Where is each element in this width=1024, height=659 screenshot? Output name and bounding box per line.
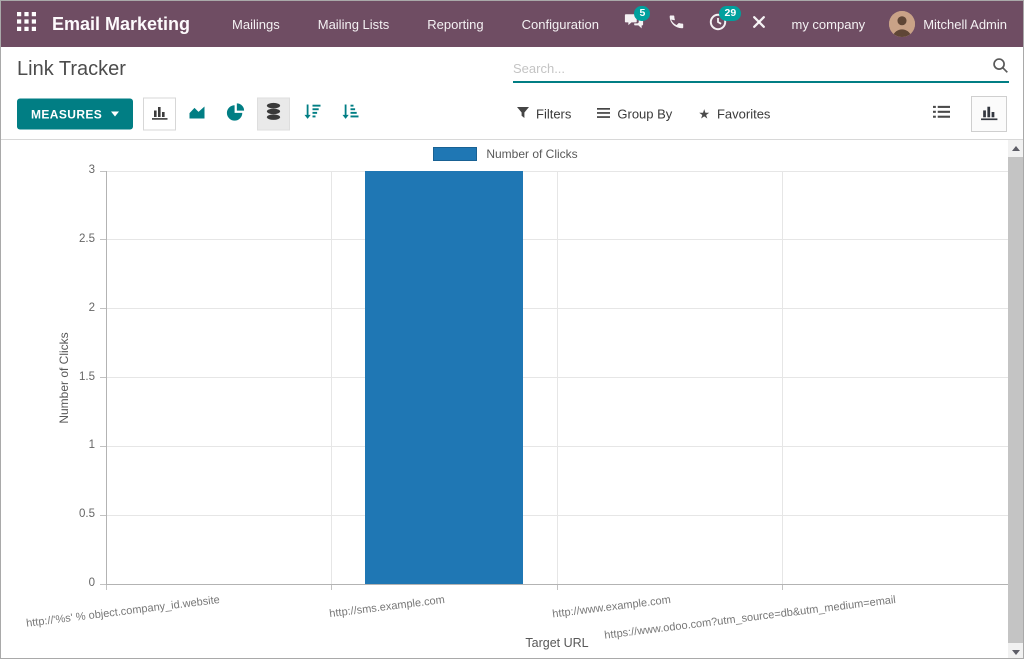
user-menu[interactable]: Mitchell Admin xyxy=(889,11,1007,37)
favorites-menu[interactable]: ★ Favorites xyxy=(698,107,770,122)
navbar: Email Marketing Mailings Mailing Lists R… xyxy=(1,1,1023,47)
user-name: Mitchell Admin xyxy=(923,17,1007,32)
sort-amount-asc-icon xyxy=(341,104,359,125)
messages-badge: 5 xyxy=(634,6,650,21)
sort-amount-desc-icon xyxy=(303,104,321,125)
app-title[interactable]: Email Marketing xyxy=(52,14,190,35)
gridline-v xyxy=(557,171,558,584)
y-tick-label: 0.5 xyxy=(1,508,95,520)
gridline-v xyxy=(331,171,332,584)
x-tick-label: http://'%s' % object.company_id.website xyxy=(25,594,220,630)
bar[interactable] xyxy=(365,171,523,584)
stacked-toggle-button[interactable] xyxy=(257,98,290,131)
search-input[interactable] xyxy=(513,61,992,76)
vertical-scrollbar[interactable] xyxy=(1008,140,1023,659)
y-tick-label: 1 xyxy=(1,439,95,451)
sort-ascending-button[interactable] xyxy=(333,98,366,131)
y-tick-label: 0 xyxy=(1,577,95,589)
bar-chart: Number of Clicks Number of Clicks Target… xyxy=(1,140,1010,659)
phone-icon xyxy=(668,13,685,35)
search-box xyxy=(513,55,1009,83)
favorites-label: Favorites xyxy=(717,107,770,122)
legend-label: Number of Clicks xyxy=(486,147,577,161)
crossed-tools-icon xyxy=(751,14,767,35)
bar-chart-type-button[interactable] xyxy=(143,98,176,131)
tools-button[interactable] xyxy=(751,14,767,35)
search-icon[interactable] xyxy=(992,57,1009,79)
pie-chart-type-button[interactable] xyxy=(219,98,252,131)
area-chart-icon xyxy=(188,104,207,125)
list-view-button[interactable] xyxy=(923,96,959,132)
measures-label: MEASURES xyxy=(31,107,102,121)
company-switcher[interactable]: my company xyxy=(791,17,865,32)
menu-reporting[interactable]: Reporting xyxy=(427,17,483,32)
menu-mailing-lists[interactable]: Mailing Lists xyxy=(318,17,390,32)
y-tick-label: 1.5 xyxy=(1,371,95,383)
pie-chart-icon xyxy=(226,102,245,126)
scrollbar-thumb[interactable] xyxy=(1008,157,1023,643)
graph-view-icon xyxy=(980,103,999,126)
control-panel-buttons: MEASURES xyxy=(1,89,1023,139)
search-filter-menus: Filters Group By ★ Favorites xyxy=(517,107,770,122)
avatar xyxy=(889,11,915,37)
graph-view-button[interactable] xyxy=(971,96,1007,132)
y-tick-label: 2 xyxy=(1,302,95,314)
x-tick-label: http://www.example.com xyxy=(551,594,671,620)
y-tick-label: 3 xyxy=(1,164,95,176)
legend-swatch xyxy=(433,147,477,161)
funnel-icon xyxy=(517,107,529,122)
control-panel: Link Tracker MEASURES xyxy=(1,47,1023,140)
filters-label: Filters xyxy=(536,107,571,122)
activities-badge: 29 xyxy=(719,6,741,21)
chart-legend[interactable]: Number of Clicks xyxy=(1,147,1010,161)
chevron-down-icon xyxy=(111,112,119,117)
phone-button[interactable] xyxy=(668,13,685,35)
scroll-up-arrow[interactable] xyxy=(1008,140,1023,156)
activities-button[interactable]: 29 xyxy=(709,13,727,36)
x-tick-label: http://sms.example.com xyxy=(329,594,446,620)
menu-mailings[interactable]: Mailings xyxy=(232,17,280,32)
sort-descending-button[interactable] xyxy=(295,98,328,131)
y-tick-label: 2.5 xyxy=(1,233,95,245)
view-switcher xyxy=(923,96,1007,132)
gridline-v xyxy=(782,171,783,584)
odoo-window: Email Marketing Mailings Mailing Lists R… xyxy=(0,0,1024,659)
navbar-systray: 5 29 xyxy=(624,11,1007,37)
x-axis-title: Target URL xyxy=(525,636,588,650)
filters-menu[interactable]: Filters xyxy=(517,107,571,122)
list-icon xyxy=(933,105,950,124)
main-menu: Mailings Mailing Lists Reporting Configu… xyxy=(232,17,599,32)
database-icon xyxy=(265,103,282,126)
x-axis-line xyxy=(106,584,1008,585)
messages-button[interactable]: 5 xyxy=(624,13,644,35)
apps-menu-button[interactable] xyxy=(17,12,36,36)
scroll-down-arrow[interactable] xyxy=(1008,644,1023,659)
menu-configuration[interactable]: Configuration xyxy=(522,17,599,32)
y-axis-line xyxy=(106,171,107,584)
group-by-label: Group By xyxy=(617,107,672,122)
page-title: Link Tracker xyxy=(17,58,126,81)
group-by-menu[interactable]: Group By xyxy=(597,107,672,122)
triple-bars-icon xyxy=(597,107,610,122)
graph-toolbar: MEASURES xyxy=(17,98,366,131)
apps-grid-icon xyxy=(17,12,36,36)
measures-button[interactable]: MEASURES xyxy=(17,99,133,130)
bar-chart-icon xyxy=(151,103,169,125)
line-chart-type-button[interactable] xyxy=(181,98,214,131)
star-icon: ★ xyxy=(698,108,710,121)
